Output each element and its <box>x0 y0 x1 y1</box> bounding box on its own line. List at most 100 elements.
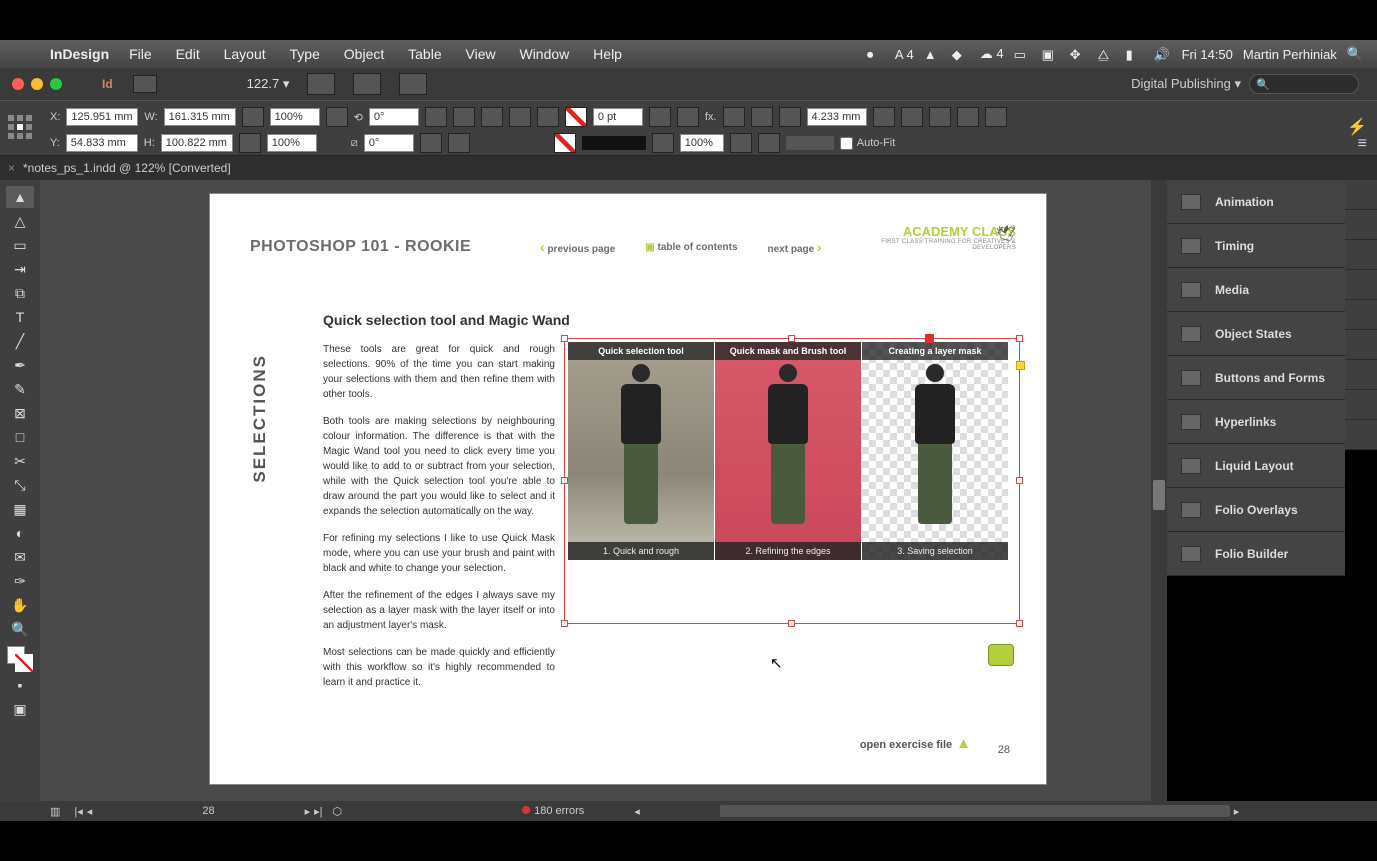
adobe-badge[interactable]: A 4 <box>895 47 914 62</box>
panel-folio-builder[interactable]: Folio Builder <box>1167 532 1345 576</box>
stroke-swatch[interactable] <box>554 133 576 153</box>
content-grabber[interactable] <box>1016 361 1025 370</box>
panel-hyperlinks[interactable]: Hyperlinks <box>1167 400 1345 444</box>
hand-tool[interactable]: ✋ <box>6 594 34 616</box>
current-page[interactable]: 28 <box>202 805 214 817</box>
content-collector-tool[interactable]: ⧉ <box>6 282 34 304</box>
rotate-field[interactable] <box>369 108 419 126</box>
eyedropper-tool[interactable]: ✑ <box>6 570 34 592</box>
free-transform-tool[interactable]: ⤡ <box>6 474 34 496</box>
nav-prev[interactable]: ‹ previous page <box>540 239 615 255</box>
screen-record-icon[interactable]: ⏺ <box>867 47 885 61</box>
select-container-icon[interactable] <box>420 133 442 153</box>
zoom-level[interactable]: 122.7 ▾ <box>247 76 290 92</box>
wrap-none-icon[interactable] <box>723 107 745 127</box>
panel-liquid-layout[interactable]: Liquid Layout <box>1167 444 1345 488</box>
minimize-window[interactable] <box>31 78 43 90</box>
menu-type[interactable]: Type <box>280 46 330 62</box>
collapsed-panel-icon[interactable] <box>1345 330 1377 360</box>
rectangle-frame-tool[interactable]: ⊠ <box>6 402 34 424</box>
dropbox-icon[interactable]: ▲ <box>924 47 942 61</box>
scale-x-field[interactable] <box>270 108 320 126</box>
panel-folio-overlays[interactable]: Folio Overlays <box>1167 488 1345 532</box>
h-field[interactable] <box>161 134 233 152</box>
workspace-switcher[interactable]: Digital Publishing ▾ <box>1131 76 1241 92</box>
nav-toc[interactable]: ▣ table of contents <box>645 242 737 253</box>
collapsed-panel-icon[interactable] <box>1345 240 1377 270</box>
menu-help[interactable]: Help <box>583 46 632 62</box>
wrap-around-icon[interactable] <box>751 107 773 127</box>
stroke-weight[interactable] <box>593 108 643 126</box>
app-name[interactable]: InDesign <box>40 46 119 62</box>
preflight-icon[interactable]: ⬡ <box>333 805 343 818</box>
vertical-scrollbar[interactable] <box>1151 180 1167 801</box>
gap-tool[interactable]: ⇥ <box>6 258 34 280</box>
align-3[interactable] <box>929 107 951 127</box>
panel-animation[interactable]: Animation <box>1167 180 1345 224</box>
quick-apply-icon[interactable]: ⚡ <box>1347 117 1367 137</box>
zoom-tool[interactable]: 🔍 <box>6 618 34 640</box>
video-play-icon[interactable] <box>988 644 1014 666</box>
nav-next[interactable]: next page › <box>768 239 822 255</box>
zoom-window[interactable] <box>50 78 62 90</box>
page-nav-prev[interactable]: ◂ <box>87 805 93 818</box>
menu-window[interactable]: Window <box>509 46 579 62</box>
menu-view[interactable]: View <box>456 46 506 62</box>
pen-tool[interactable]: ✒ <box>6 354 34 376</box>
horizontal-scrollbar[interactable] <box>720 805 1230 817</box>
document-canvas[interactable]: PHOTOSHOP 101 - ROOKIE ‹ previous page ▣… <box>40 180 1167 801</box>
wrap-object-icon[interactable] <box>758 133 780 153</box>
line-tool[interactable]: ╱ <box>6 330 34 352</box>
rotate-ccw-icon[interactable] <box>425 107 447 127</box>
panel-buttons-forms[interactable]: Buttons and Forms <box>1167 356 1345 400</box>
panel-media[interactable]: Media <box>1167 268 1345 312</box>
align-5[interactable] <box>985 107 1007 127</box>
shear-field[interactable] <box>364 134 414 152</box>
gradient-feather-tool[interactable]: ◐ <box>6 522 34 544</box>
close-window[interactable] <box>12 78 24 90</box>
spotlight-icon[interactable]: 🔍 <box>1347 46 1363 62</box>
scissors-tool[interactable]: ✂ <box>6 450 34 472</box>
user-name[interactable]: Martin Perhiniak <box>1243 47 1337 62</box>
collapsed-panel-icon[interactable] <box>1345 270 1377 300</box>
collapsed-panel-icon[interactable] <box>1345 300 1377 330</box>
open-exercise-link[interactable]: open exercise file▲ <box>860 735 971 752</box>
clock[interactable]: Fri 14:50 <box>1182 47 1233 62</box>
arrange-docs[interactable] <box>399 73 427 95</box>
panel-object-states[interactable]: Object States <box>1167 312 1345 356</box>
flip-v-icon[interactable] <box>537 107 559 127</box>
stroke-style[interactable] <box>582 136 646 150</box>
rectangle-tool[interactable]: □ <box>6 426 34 448</box>
panel-timing[interactable]: Timing <box>1167 224 1345 268</box>
direct-selection-tool[interactable]: △ <box>6 210 34 232</box>
collapsed-panel-icon[interactable] <box>1345 180 1377 210</box>
hscroll-right[interactable]: ▸ <box>1234 805 1240 818</box>
reference-point[interactable] <box>8 115 36 143</box>
wrap-jump-icon[interactable] <box>730 133 752 153</box>
scale-y-field[interactable] <box>267 134 317 152</box>
y-field[interactable] <box>66 134 138 152</box>
align-1[interactable] <box>873 107 895 127</box>
link-scale-icon[interactable] <box>326 107 348 127</box>
constrain-icon[interactable] <box>242 107 264 127</box>
opacity-field[interactable] <box>680 134 724 152</box>
screen-mode[interactable] <box>353 73 381 95</box>
tv-icon[interactable]: ▣ <box>1042 47 1060 61</box>
page-nav-next[interactable]: ▸ <box>305 805 311 818</box>
help-search[interactable]: 🔍 <box>1249 74 1359 94</box>
fx-label[interactable]: fx. <box>705 111 717 123</box>
display-icon[interactable]: ▭ <box>1014 47 1032 61</box>
opacity-icon[interactable] <box>652 133 674 153</box>
flag-icon[interactable]: ▮ <box>1126 47 1144 61</box>
bridge-button[interactable] <box>133 75 157 93</box>
select-content-icon[interactable] <box>448 133 470 153</box>
drop-shadow-icon[interactable] <box>677 107 699 127</box>
creative-cloud-icon[interactable]: ☁ 4 <box>980 46 1004 62</box>
menu-layout[interactable]: Layout <box>214 46 276 62</box>
volume-icon[interactable]: 🔊 <box>1154 47 1172 61</box>
gdrive-icon[interactable]: ◆ <box>952 47 970 61</box>
hscroll-left[interactable]: ◂ <box>634 805 640 818</box>
screen-mode-tool[interactable]: ▣ <box>6 698 34 720</box>
type-tool[interactable]: T <box>6 306 34 328</box>
collapsed-panel-icon[interactable] <box>1345 390 1377 420</box>
